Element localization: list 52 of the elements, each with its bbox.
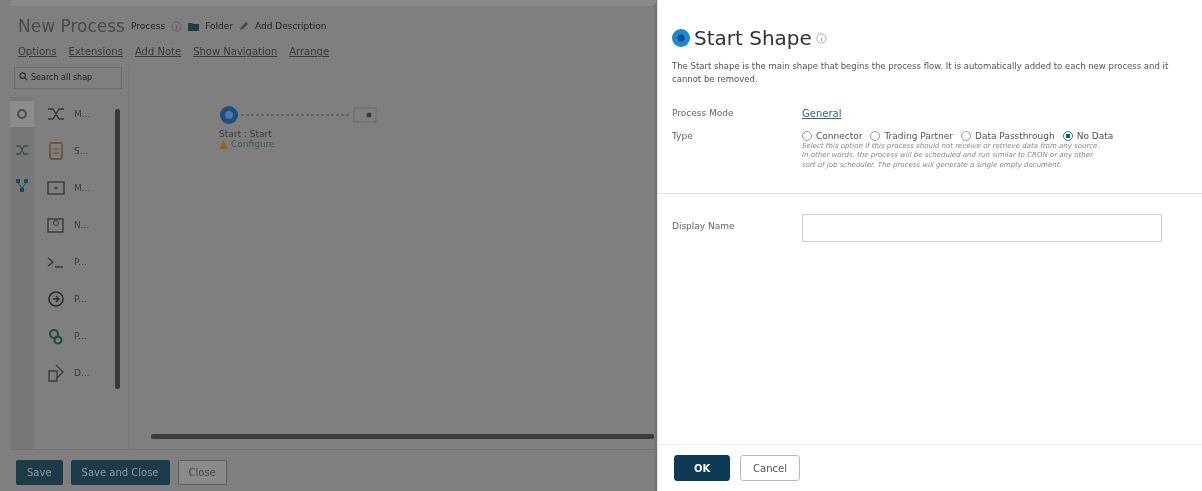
start-shape-icon bbox=[672, 29, 690, 47]
palette-tab[interactable] bbox=[10, 100, 34, 127]
menu-item[interactable]: Options bbox=[18, 46, 57, 57]
shape-palette-item[interactable]: D... bbox=[46, 359, 115, 386]
radio-label: Connector bbox=[816, 130, 863, 141]
info-icon bbox=[815, 32, 827, 44]
shape-palette-item[interactable]: S... bbox=[46, 137, 115, 164]
shape-icon bbox=[46, 140, 66, 161]
shape-icon bbox=[46, 362, 66, 383]
editor-button[interactable]: Close bbox=[177, 460, 227, 485]
shape-palette-item[interactable]: M... bbox=[46, 174, 115, 201]
configure-link[interactable]: Configure bbox=[231, 139, 275, 149]
folder-link[interactable]: Folder bbox=[205, 21, 233, 31]
field-label: Display Name bbox=[672, 219, 736, 231]
folder-icon bbox=[188, 21, 200, 31]
radio-label: Data Passthrough bbox=[975, 130, 1055, 141]
display-name-field[interactable] bbox=[802, 213, 1162, 242]
search-icon bbox=[19, 72, 28, 81]
radio-label: No Data bbox=[1076, 130, 1114, 141]
process-type-label: Process bbox=[131, 21, 166, 31]
process-mode-link[interactable]: General bbox=[802, 107, 842, 119]
node-label: Start : Start bbox=[219, 129, 273, 139]
shape-palette-item[interactable]: P... bbox=[46, 285, 115, 312]
panel-title: Start Shape bbox=[694, 26, 812, 50]
menu-item[interactable]: Add Note bbox=[134, 46, 182, 57]
gear-icon bbox=[15, 106, 29, 121]
search-field[interactable]: Search all shap bbox=[14, 66, 122, 89]
menu-item[interactable]: Arrange bbox=[289, 46, 330, 57]
shape-palette-item[interactable]: P... bbox=[46, 248, 115, 275]
dialog-button[interactable]: OK bbox=[674, 455, 730, 481]
start-node-icon[interactable] bbox=[219, 105, 239, 125]
radio-label: Trading Partner bbox=[884, 130, 953, 141]
field-label: Process Mode bbox=[672, 107, 735, 119]
editor-button[interactable]: Save bbox=[16, 460, 63, 485]
editor-button[interactable]: Save and Close bbox=[70, 460, 170, 485]
warning-icon bbox=[219, 139, 228, 149]
pencil-icon bbox=[238, 21, 249, 31]
shape-palette-item[interactable]: N... bbox=[46, 211, 115, 238]
shuffle-icon bbox=[15, 142, 29, 157]
menu-item[interactable]: Show Navigation bbox=[193, 46, 278, 57]
panel-description: The Start shape is the main shape that begins the process flow. It is automatically added to each new process and it cannot be removed. bbox=[672, 60, 1170, 86]
field-label: Type bbox=[672, 130, 694, 143]
dialog-button[interactable]: Cancel bbox=[740, 455, 800, 481]
menu-item[interactable]: Extensions bbox=[68, 46, 123, 57]
radio-button[interactable] bbox=[1062, 130, 1073, 141]
connector-end-icon[interactable] bbox=[353, 107, 377, 123]
flow-icon bbox=[15, 177, 29, 194]
shape-palette-item[interactable]: P... bbox=[46, 322, 115, 349]
add-description-link[interactable]: Add Description bbox=[254, 21, 327, 31]
shape-icon bbox=[46, 288, 66, 309]
shape-palette-item[interactable]: M... bbox=[46, 100, 115, 127]
info-icon bbox=[171, 20, 183, 32]
